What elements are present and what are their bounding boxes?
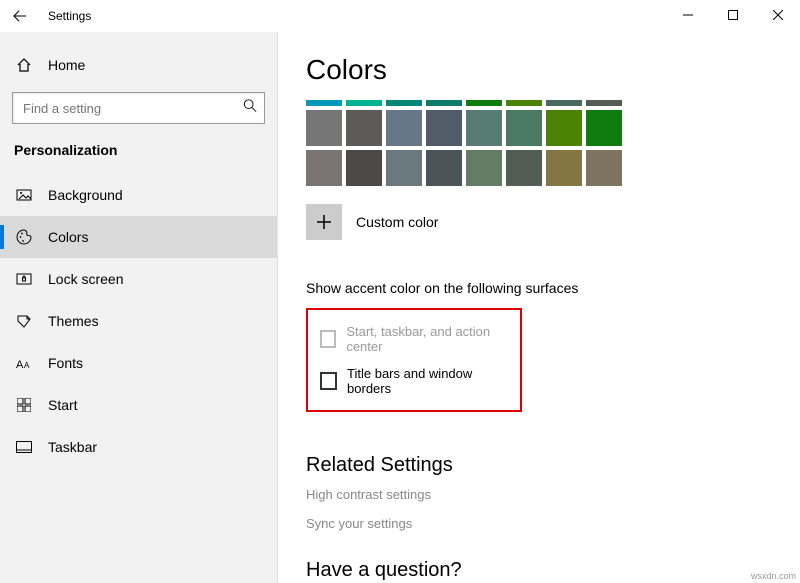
highlighted-checkbox-group: Start, taskbar, and action center Title …	[306, 308, 522, 412]
color-swatch[interactable]	[346, 150, 382, 186]
checkbox-start-taskbar: Start, taskbar, and action center	[320, 318, 508, 360]
window-title: Settings	[48, 9, 91, 23]
window-controls	[665, 0, 800, 30]
color-swatch[interactable]	[466, 150, 502, 186]
nav-label: Background	[48, 187, 123, 203]
color-swatch[interactable]	[586, 100, 622, 106]
titlebar: Settings	[0, 0, 800, 32]
sidebar-category: Personalization	[0, 136, 277, 174]
watermark: wsxdn.com	[751, 571, 796, 581]
palette-icon	[14, 229, 34, 245]
color-swatch[interactable]	[346, 110, 382, 146]
color-swatch[interactable]	[306, 110, 342, 146]
color-swatch[interactable]	[386, 110, 422, 146]
page-title: Colors	[306, 54, 800, 86]
sidebar-item-taskbar[interactable]: Taskbar	[0, 426, 277, 468]
nav-label: Start	[48, 397, 78, 413]
taskbar-icon	[14, 441, 34, 453]
minimize-icon	[683, 10, 693, 20]
color-swatch[interactable]	[426, 110, 462, 146]
arrow-left-icon	[13, 9, 27, 23]
sidebar-item-fonts[interactable]: AA Fonts	[0, 342, 277, 384]
color-swatch[interactable]	[546, 110, 582, 146]
sidebar-item-lockscreen[interactable]: Lock screen	[0, 258, 277, 300]
sidebar-home-label: Home	[48, 57, 85, 73]
sidebar-item-start[interactable]: Start	[0, 384, 277, 426]
sidebar-item-background[interactable]: Background	[0, 174, 277, 216]
checkbox-titlebars[interactable]: Title bars and window borders	[320, 360, 508, 402]
color-swatch[interactable]	[586, 110, 622, 146]
sidebar-item-colors[interactable]: Colors	[0, 216, 277, 258]
color-swatches	[306, 100, 800, 186]
maximize-button[interactable]	[710, 0, 755, 30]
link-sync-settings[interactable]: Sync your settings	[306, 516, 800, 531]
nav-label: Themes	[48, 313, 99, 329]
svg-text:A: A	[24, 361, 30, 370]
color-swatch[interactable]	[346, 100, 382, 106]
checkbox-label: Title bars and window borders	[347, 366, 508, 396]
color-swatch[interactable]	[586, 150, 622, 186]
back-button[interactable]	[0, 0, 40, 32]
search-icon	[243, 99, 257, 118]
color-swatch[interactable]	[546, 150, 582, 186]
have-question-heading: Have a question?	[306, 559, 800, 582]
search-input[interactable]	[12, 92, 265, 124]
color-swatch[interactable]	[386, 150, 422, 186]
lock-screen-icon	[14, 271, 34, 287]
custom-color-label: Custom color	[356, 214, 438, 230]
close-button[interactable]	[755, 0, 800, 30]
search-field-wrap	[12, 92, 265, 124]
fonts-icon: AA	[14, 356, 34, 370]
color-swatch[interactable]	[306, 150, 342, 186]
custom-color-row: Custom color	[306, 204, 800, 240]
color-swatch[interactable]	[466, 110, 502, 146]
color-swatch[interactable]	[426, 100, 462, 106]
close-icon	[773, 10, 783, 20]
checkbox-label: Start, taskbar, and action center	[346, 324, 508, 354]
related-settings-heading: Related Settings	[306, 454, 800, 477]
content-pane: Colors Custom color Show accent color on…	[278, 32, 800, 583]
link-high-contrast[interactable]: High contrast settings	[306, 487, 800, 502]
nav-label: Fonts	[48, 355, 83, 371]
accent-surfaces-heading: Show accent color on the following surfa…	[306, 280, 800, 296]
start-icon	[14, 398, 34, 412]
color-swatch[interactable]	[386, 100, 422, 106]
color-swatch[interactable]	[546, 100, 582, 106]
maximize-icon	[728, 10, 738, 20]
nav-label: Lock screen	[48, 271, 123, 287]
sidebar-item-themes[interactable]: Themes	[0, 300, 277, 342]
color-swatch[interactable]	[506, 100, 542, 106]
sidebar: Home Personalization Background Colors L…	[0, 32, 278, 583]
picture-icon	[14, 187, 34, 203]
home-icon	[14, 57, 34, 73]
minimize-button[interactable]	[665, 0, 710, 30]
sidebar-home[interactable]: Home	[0, 44, 277, 86]
color-swatch[interactable]	[466, 100, 502, 106]
nav-label: Colors	[48, 229, 88, 245]
svg-text:A: A	[16, 359, 24, 370]
checkbox-icon	[320, 330, 336, 348]
color-swatch[interactable]	[506, 110, 542, 146]
color-swatch[interactable]	[306, 100, 342, 106]
custom-color-button[interactable]	[306, 204, 342, 240]
nav-label: Taskbar	[48, 439, 97, 455]
checkbox-icon[interactable]	[320, 372, 337, 390]
color-swatch[interactable]	[426, 150, 462, 186]
plus-icon	[317, 215, 331, 229]
color-swatch[interactable]	[506, 150, 542, 186]
themes-icon	[14, 313, 34, 329]
